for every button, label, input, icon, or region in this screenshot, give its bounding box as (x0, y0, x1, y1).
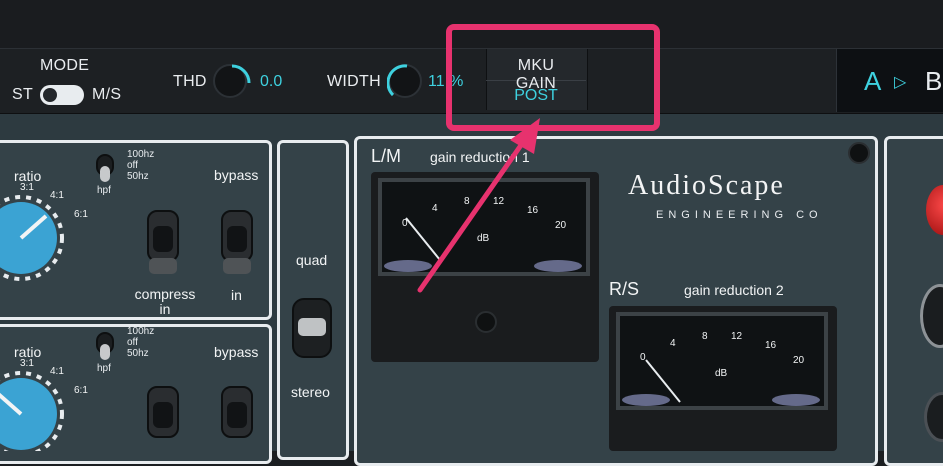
meter-2-title: gain reduction 2 (684, 282, 784, 298)
width-knob[interactable] (387, 64, 422, 98)
thd-knob[interactable] (213, 64, 251, 98)
meter-2-scale-20: 20 (793, 355, 805, 366)
bypass-label-1: bypass (214, 167, 259, 183)
hpf-option-50hz-ch2: 50hz (127, 348, 149, 359)
ratio-knob-2[interactable] (0, 364, 76, 451)
compress-in-label: compress in (134, 286, 196, 317)
width-knob-arc (387, 64, 408, 97)
thd-label: THD (173, 73, 207, 90)
hpf-label-1: hpf (97, 185, 111, 196)
meter-2-scale-4: 4 (670, 338, 676, 349)
hpf-label-2: hpf (97, 363, 111, 374)
meter-2-scale-8: 8 (702, 331, 708, 342)
mode-ms-label: M/S (92, 86, 122, 103)
hpf-option-50hz: 50hz (127, 171, 149, 182)
bypass-toggle-1[interactable] (217, 210, 257, 276)
meter-2-scale-16: 16 (765, 340, 777, 351)
thd-knob-arc (231, 64, 251, 84)
compress-toggle-1[interactable] (143, 210, 183, 276)
copy-arrow-icon[interactable]: ▷ (894, 72, 906, 92)
meter-2-unit: dB (715, 368, 728, 379)
meter-1-channel-label: L/M (371, 146, 402, 166)
hpf-option-100hz-ch2: 100hz (127, 326, 155, 337)
meter-2-scale-0: 0 (640, 352, 646, 363)
meter-1-zero-adjust[interactable] (475, 311, 497, 333)
brand-name: AudioScape (628, 170, 785, 201)
mode-toggle[interactable] (40, 85, 84, 105)
bypass-label-2: bypass (214, 344, 259, 360)
preset-a-button[interactable]: A (864, 66, 881, 97)
mode-label: MODE (40, 57, 90, 74)
panel-screw (848, 142, 870, 164)
width-label: WIDTH (327, 73, 381, 90)
hpf-option-off-ch2: off (127, 337, 138, 348)
stereo-label: stereo (291, 384, 330, 400)
ratio-tick-6-1-ch2: 6:1 (74, 385, 88, 396)
meter-1-scale-0: 0 (402, 218, 408, 229)
quad-stereo-switch[interactable] (292, 298, 332, 358)
preset-b-button[interactable]: B (925, 66, 942, 97)
in-label-1: in (231, 287, 242, 303)
quad-label: quad (296, 252, 328, 268)
hpf-option-100hz: 100hz (127, 149, 155, 160)
mode-st-label: ST (12, 86, 34, 103)
meter-2-scale-12: 12 (731, 331, 743, 342)
meter-2-channel-label: R/S (609, 279, 640, 299)
ratio-knob-1[interactable] (0, 188, 76, 288)
toggle-thumb (43, 88, 57, 102)
ratio-tick-6-1: 6:1 (74, 209, 88, 220)
bypass-toggle-2[interactable] (217, 386, 257, 451)
compress-toggle-2[interactable] (143, 386, 183, 451)
thd-value: 0.0 (260, 73, 283, 90)
brand-subtitle: ENGINEERING CO (656, 209, 823, 221)
hpf-option-off: off (127, 160, 138, 171)
annotation-arrow-icon (417, 118, 540, 293)
